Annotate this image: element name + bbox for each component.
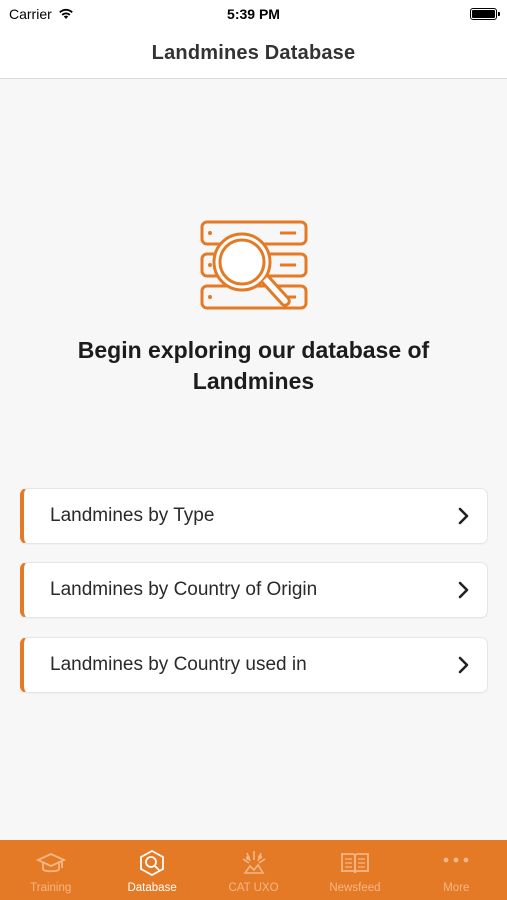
- tab-bar: Training Database CAT UXO Newsfeed More: [0, 840, 507, 900]
- chevron-right-icon: [458, 507, 469, 525]
- navigation-bar: Landmines Database: [0, 28, 507, 79]
- battery-icon: [470, 8, 500, 20]
- landmines-by-country-of-origin-button[interactable]: Landmines by Country of Origin: [20, 562, 488, 618]
- more-dots-icon: [443, 857, 469, 863]
- landmines-by-type-button[interactable]: Landmines by Type: [20, 488, 488, 544]
- database-search-icon: [140, 849, 165, 877]
- graduation-cap-icon: [35, 853, 66, 873]
- status-bar: Carrier 5:39 PM: [0, 0, 507, 28]
- menu-item-label: Landmines by Type: [50, 505, 215, 526]
- menu-item-label: Landmines by Country of Origin: [50, 579, 318, 600]
- landmines-by-country-used-in-button[interactable]: Landmines by Country used in: [20, 637, 488, 693]
- tab-more[interactable]: More: [406, 840, 507, 900]
- tab-label: CAT UXO: [228, 882, 279, 894]
- explosion-icon: [242, 851, 265, 874]
- tab-database[interactable]: Database: [101, 840, 202, 900]
- tab-label: Newsfeed: [329, 882, 381, 894]
- tab-newsfeed[interactable]: Newsfeed: [304, 840, 405, 900]
- hero-text: Begin exploring our database of Landmine…: [77, 337, 430, 394]
- status-time: 5:39 PM: [227, 6, 280, 22]
- database-search-icon: [200, 220, 308, 310]
- page-title: Landmines Database: [151, 41, 356, 64]
- tab-label: Training: [30, 882, 72, 894]
- chevron-right-icon: [458, 581, 469, 599]
- tab-cat-uxo[interactable]: CAT UXO: [203, 840, 304, 900]
- tab-label: Database: [127, 882, 177, 894]
- chevron-right-icon: [458, 656, 469, 674]
- tab-label: More: [443, 882, 470, 894]
- book-icon: [341, 853, 369, 874]
- tab-training[interactable]: Training: [0, 840, 101, 900]
- menu-item-label: Landmines by Country used in: [50, 654, 307, 675]
